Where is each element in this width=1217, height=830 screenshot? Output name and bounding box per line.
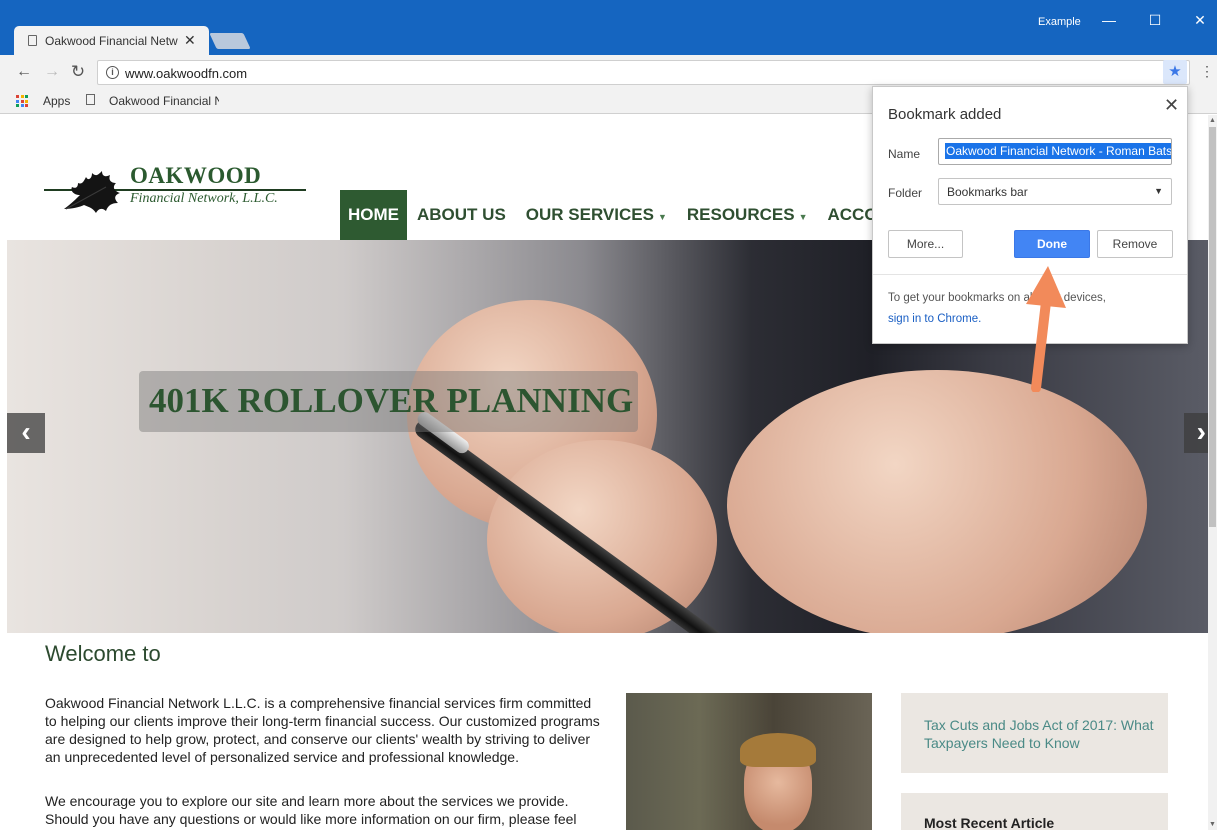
nav-resources-label: RESOURCES <box>686 205 795 224</box>
apps-bookmark[interactable]: Apps <box>43 94 70 108</box>
folder-value: Bookmarks bar <box>947 185 1028 199</box>
dropdown-arrow-icon: ▼ <box>1154 186 1163 196</box>
back-icon[interactable]: ← <box>14 63 34 81</box>
profile-name[interactable]: Example <box>1038 16 1081 28</box>
oak-leaf-icon <box>64 171 120 213</box>
welcome-heading: Welcome to <box>45 641 161 666</box>
bookmark-star-icon[interactable]: ★ <box>1163 60 1187 84</box>
page-scrollbar[interactable]: ▲ ▼ <box>1208 115 1217 830</box>
info-icon[interactable]: i <box>106 66 119 79</box>
new-tab-button[interactable] <box>209 33 251 49</box>
slider-prev-icon[interactable]: ‹ <box>7 413 45 453</box>
slider-next-icon[interactable]: › <box>1184 413 1208 453</box>
hero-hand-left-fingers <box>487 440 717 633</box>
menu-dots-icon[interactable]: ⋮ <box>1200 63 1214 80</box>
browser-tab[interactable]: Oakwood Financial Netw ✕ <box>14 26 209 55</box>
maximize-icon[interactable]: ☐ <box>1145 12 1165 29</box>
hero-caption: 401K ROLLOVER PLANNING <box>139 371 638 432</box>
hero-hand-right <box>727 370 1147 633</box>
page-icon <box>86 94 95 105</box>
nav-about[interactable]: ABOUT US <box>407 190 516 240</box>
bookmark-folder-select[interactable]: Bookmarks bar ▼ <box>938 178 1172 205</box>
window-close-icon[interactable]: ✕ <box>1190 12 1210 29</box>
name-label: Name <box>888 147 921 161</box>
bookmark-name-value: Oakwood Financial Network - Roman Bats <box>945 143 1172 159</box>
sidebar-article-link[interactable]: Tax Cuts and Jobs Act of 2017: What Taxp… <box>924 716 1154 752</box>
nav-home[interactable]: HOME <box>340 190 407 240</box>
apps-grid-icon[interactable] <box>16 95 28 107</box>
tab-title: Oakwood Financial Netw <box>45 33 178 48</box>
tab-close-icon[interactable]: ✕ <box>184 32 196 49</box>
second-paragraph: We encourage you to explore our site and… <box>45 793 577 827</box>
scroll-down-icon[interactable]: ▼ <box>1209 821 1216 828</box>
address-url: www.oakwoodfn.com <box>125 66 248 81</box>
oakwood-bookmark[interactable]: Oakwood Financial N <box>109 94 219 108</box>
sidebar-recent-heading: Most Recent Article <box>924 815 1055 830</box>
advisor-hair <box>740 733 816 767</box>
popup-close-icon[interactable]: ✕ <box>1164 95 1179 116</box>
site-logo[interactable]: OAKWOOD Financial Network, L.L.C. <box>44 163 309 219</box>
nav-services[interactable]: OUR SERVICES ▼ <box>516 190 677 240</box>
nav-resources[interactable]: RESOURCES ▼ <box>677 190 818 240</box>
browser-titlebar: Oakwood Financial Netw ✕ Example — ☐ ✕ <box>0 0 1217 55</box>
sidebar-recent-box: Most Recent Article <box>901 793 1168 830</box>
advisor-photo <box>626 693 872 830</box>
scrollbar-thumb[interactable] <box>1209 127 1216 527</box>
minimize-icon[interactable]: — <box>1099 12 1119 28</box>
page-icon <box>28 35 37 46</box>
popup-title: Bookmark added <box>888 106 1002 123</box>
forward-icon[interactable]: → <box>42 63 62 81</box>
hero-caption-text: 401K ROLLOVER PLANNING <box>149 381 634 420</box>
caret-down-icon: ▼ <box>657 212 667 222</box>
logo-name: OAKWOOD <box>130 163 262 188</box>
address-bar[interactable]: i www.oakwoodfn.com <box>97 60 1190 85</box>
sign-in-link[interactable]: sign in to Chrome. <box>888 313 981 325</box>
intro-paragraph: Oakwood Financial Network L.L.C. is a co… <box>45 695 600 765</box>
browser-toolbar: ← → ↻ i www.oakwoodfn.com ★ ⋮ <box>0 55 1217 90</box>
nav-services-label: OUR SERVICES <box>525 205 654 224</box>
logo-subtitle: Financial Network, L.L.C. <box>130 191 278 206</box>
bookmark-name-input[interactable]: Oakwood Financial Network - Roman Bats <box>938 138 1172 165</box>
sync-message: To get your bookmarks on all your device… <box>888 292 1106 304</box>
done-button[interactable]: Done <box>1014 230 1090 258</box>
main-nav: HOME ABOUT US OUR SERVICES ▼ RESOURCES ▼ A… <box>340 190 900 240</box>
scroll-up-icon[interactable]: ▲ <box>1209 117 1216 124</box>
reload-icon[interactable]: ↻ <box>68 62 88 82</box>
folder-label: Folder <box>888 186 923 200</box>
caret-down-icon: ▼ <box>798 212 808 222</box>
more-button[interactable]: More... <box>888 230 963 258</box>
annotation-arrow-icon <box>1026 266 1066 392</box>
remove-button[interactable]: Remove <box>1097 230 1173 258</box>
sidebar-article-box[interactable]: Tax Cuts and Jobs Act of 2017: What Taxp… <box>901 693 1168 773</box>
